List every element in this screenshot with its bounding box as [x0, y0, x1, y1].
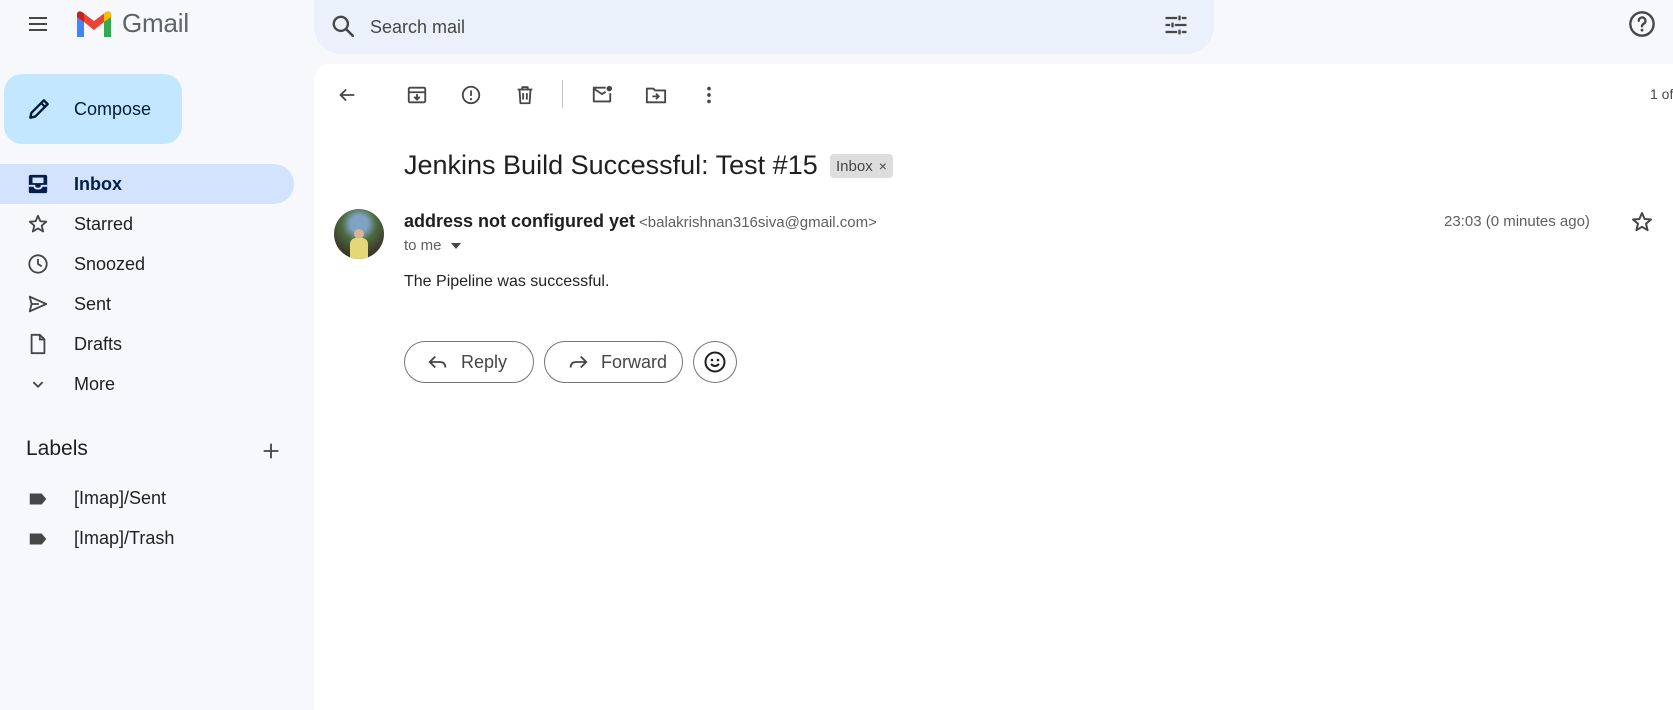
label-item-imap-trash[interactable]: [Imap]/Trash: [0, 518, 294, 558]
emoji-reaction-button[interactable]: [693, 341, 737, 383]
remove-label-icon[interactable]: ×: [879, 158, 887, 174]
sidebar-item-label: Drafts: [74, 334, 123, 354]
pagination-text: 1 of: [1650, 86, 1673, 102]
more-options-icon[interactable]: [698, 84, 720, 106]
app-name: Gmail: [122, 8, 189, 38]
chevron-down-icon: [27, 373, 49, 395]
sidebar-item-more[interactable]: More: [0, 364, 294, 404]
sidebar-item-drafts[interactable]: Drafts: [0, 324, 294, 364]
message-subject: Jenkins Build Successful: Test #15: [404, 150, 818, 180]
forward-icon: [567, 351, 589, 373]
sidebar-item-label: Sent: [74, 294, 112, 314]
message-timestamp: 23:03 (0 minutes ago): [1444, 213, 1590, 230]
main-menu-button[interactable]: [22, 12, 54, 36]
search-input[interactable]: [368, 12, 1132, 42]
sender-name[interactable]: address not configured yet: [404, 211, 635, 231]
search-options-icon[interactable]: [1162, 11, 1190, 39]
reply-label: Reply: [461, 351, 508, 372]
star-icon: [27, 213, 49, 235]
sender-email: <balakrishnan316siva@gmail.com>: [639, 214, 877, 231]
label-item-name: [Imap]/Trash: [74, 528, 175, 548]
star-icon[interactable]: [1630, 210, 1654, 234]
archive-icon[interactable]: [406, 84, 428, 106]
draft-icon: [27, 333, 49, 355]
gmail-logo[interactable]: Gmail: [74, 8, 189, 39]
sidebar-item-label: Snoozed: [74, 254, 146, 274]
help-icon[interactable]: [1628, 10, 1656, 38]
sidebar-item-label: Inbox: [74, 174, 122, 194]
label-icon: [27, 488, 49, 510]
compose-button[interactable]: Compose: [4, 74, 182, 144]
label-icon: [27, 528, 49, 550]
smiley-icon: [703, 350, 727, 374]
compose-label: Compose: [74, 99, 152, 119]
recipient-details-toggle[interactable]: to me: [404, 237, 462, 254]
sidebar-item-snoozed[interactable]: Snoozed: [0, 244, 294, 284]
inbox-icon: [27, 173, 49, 195]
recipient-label: to me: [404, 237, 442, 254]
label-item-imap-sent[interactable]: [Imap]/Sent: [0, 478, 294, 518]
sidebar-item-inbox[interactable]: Inbox: [0, 164, 294, 204]
back-arrow-icon[interactable]: [336, 84, 358, 106]
labels-heading: Labels: [26, 437, 88, 460]
inbox-label-chip[interactable]: Inbox ×: [830, 154, 893, 178]
sidebar-item-label: More: [74, 374, 116, 394]
reply-button[interactable]: Reply: [404, 341, 534, 383]
message-view: 1 of Jenkins Build Successful: Test #15 …: [314, 64, 1673, 710]
trash-icon[interactable]: [514, 84, 536, 106]
reply-icon: [427, 351, 449, 373]
report-spam-icon[interactable]: [460, 84, 482, 106]
mark-unread-icon[interactable]: [590, 84, 614, 106]
toolbar-divider: [562, 80, 563, 108]
label-item-name: [Imap]/Sent: [74, 488, 167, 508]
sidebar-item-label: Starred: [74, 214, 134, 234]
search-bar[interactable]: [314, 0, 1214, 54]
clock-icon: [27, 253, 49, 275]
send-icon: [27, 293, 49, 315]
search-icon[interactable]: [330, 13, 356, 39]
sender-info: address not configured yet <balakrishnan3…: [404, 211, 877, 232]
move-to-icon[interactable]: [644, 84, 668, 106]
sender-avatar[interactable]: [334, 209, 384, 259]
sidebar-item-sent[interactable]: Sent: [0, 284, 294, 324]
caret-down-icon: [450, 242, 461, 249]
sidebar-item-starred[interactable]: Starred: [0, 204, 294, 244]
chip-label: Inbox: [836, 157, 873, 175]
forward-button[interactable]: Forward: [544, 341, 683, 383]
add-label-icon[interactable]: [260, 440, 282, 462]
sidebar-nav: Inbox Starred Snoozed Sent Drafts More: [0, 164, 294, 404]
gmail-m-icon: [77, 10, 111, 37]
forward-label: Forward: [601, 351, 668, 372]
pencil-icon: [26, 96, 52, 122]
message-body: The Pipeline was successful.: [404, 273, 610, 290]
